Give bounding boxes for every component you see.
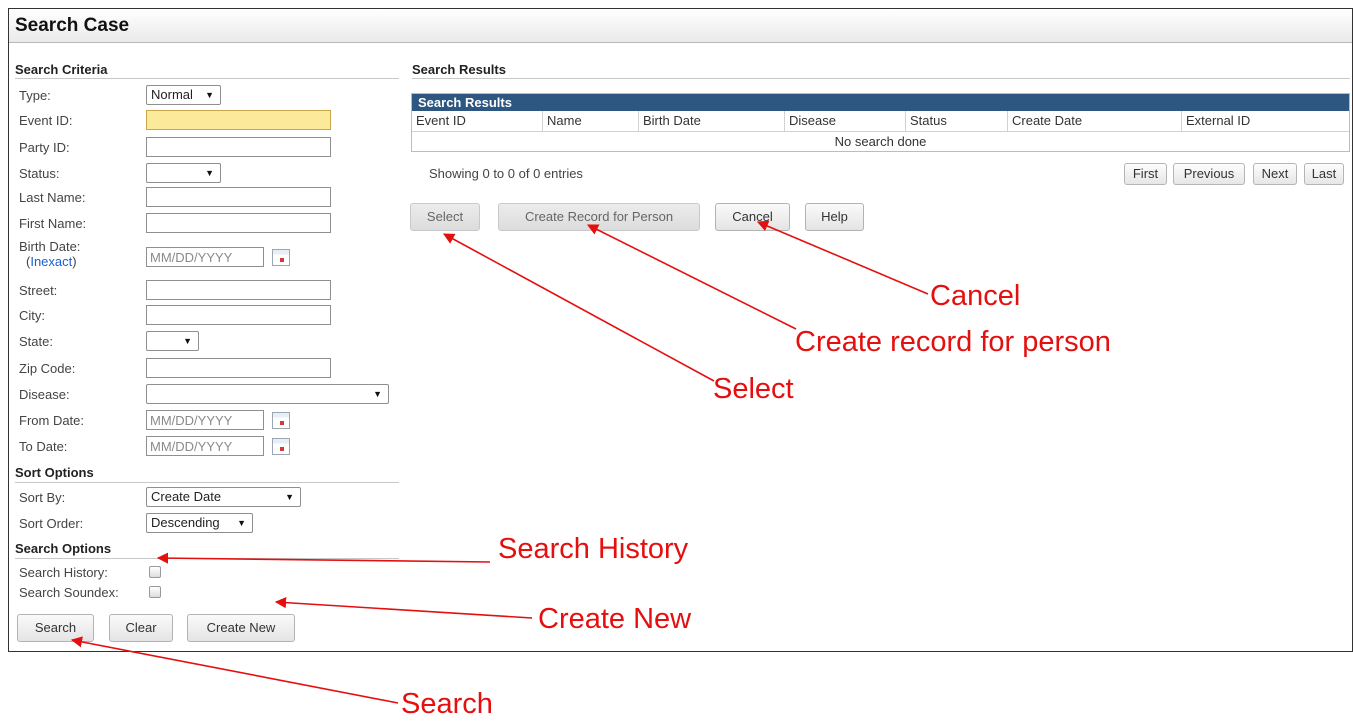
annotation-select: Select — [713, 373, 794, 405]
annotation-create-new: Create New — [538, 603, 692, 635]
annotation-search: Search — [401, 688, 493, 720]
arrow-icon-create-new — [274, 597, 533, 619]
annotation-create-record: Create record for person — [795, 326, 1111, 358]
arrow-icon-select — [443, 233, 715, 382]
arrow-icon-search-history — [156, 552, 491, 564]
arrow-icon-create-record — [586, 224, 797, 330]
arrow-icon-cancel — [756, 220, 929, 295]
arrow-icon-search — [70, 636, 399, 704]
annotation-search-history: Search History — [498, 533, 689, 565]
annotation-cancel: Cancel — [930, 280, 1021, 312]
